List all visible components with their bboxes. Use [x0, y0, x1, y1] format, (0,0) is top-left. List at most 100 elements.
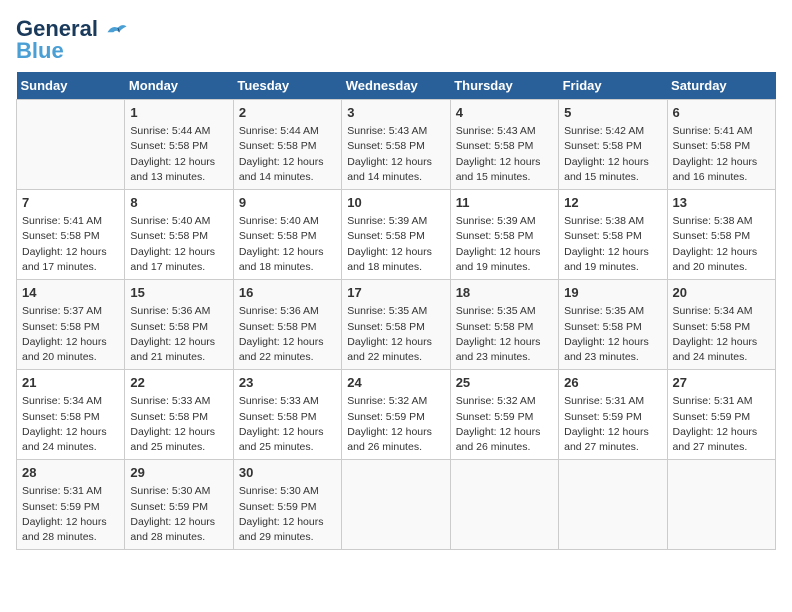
logo: General Blue	[16, 16, 128, 64]
column-header-friday: Friday	[559, 72, 667, 100]
day-number: 12	[564, 194, 661, 212]
column-header-saturday: Saturday	[667, 72, 775, 100]
day-number: 30	[239, 464, 336, 482]
day-info: Sunrise: 5:30 AM Sunset: 5:59 PM Dayligh…	[239, 484, 336, 545]
day-info: Sunrise: 5:43 AM Sunset: 5:58 PM Dayligh…	[347, 124, 444, 185]
page-header: General Blue	[16, 16, 776, 64]
column-header-monday: Monday	[125, 72, 233, 100]
day-info: Sunrise: 5:44 AM Sunset: 5:58 PM Dayligh…	[130, 124, 227, 185]
day-info: Sunrise: 5:41 AM Sunset: 5:58 PM Dayligh…	[22, 214, 119, 275]
day-number: 11	[456, 194, 553, 212]
day-info: Sunrise: 5:35 AM Sunset: 5:58 PM Dayligh…	[564, 304, 661, 365]
day-number: 26	[564, 374, 661, 392]
header-row: SundayMondayTuesdayWednesdayThursdayFrid…	[17, 72, 776, 100]
day-number: 22	[130, 374, 227, 392]
day-info: Sunrise: 5:40 AM Sunset: 5:58 PM Dayligh…	[130, 214, 227, 275]
day-info: Sunrise: 5:32 AM Sunset: 5:59 PM Dayligh…	[456, 394, 553, 455]
calendar-cell: 21 Sunrise: 5:34 AM Sunset: 5:58 PM Dayli…	[17, 370, 125, 460]
calendar-cell: 11 Sunrise: 5:39 AM Sunset: 5:58 PM Dayli…	[450, 190, 558, 280]
day-number: 2	[239, 104, 336, 122]
day-number: 14	[22, 284, 119, 302]
day-number: 27	[673, 374, 770, 392]
day-info: Sunrise: 5:33 AM Sunset: 5:58 PM Dayligh…	[130, 394, 227, 455]
week-row-3: 14Sunrise: 5:37 AM Sunset: 5:58 PM Dayli…	[17, 280, 776, 370]
calendar-cell: 3 Sunrise: 5:43 AM Sunset: 5:58 PM Daylig…	[342, 100, 450, 190]
day-info: Sunrise: 5:42 AM Sunset: 5:58 PM Dayligh…	[564, 124, 661, 185]
logo-bottom: Blue	[16, 38, 64, 64]
day-info: Sunrise: 5:38 AM Sunset: 5:58 PM Dayligh…	[564, 214, 661, 275]
day-info: Sunrise: 5:43 AM Sunset: 5:58 PM Dayligh…	[456, 124, 553, 185]
calendar-cell: 29 Sunrise: 5:30 AM Sunset: 5:59 PM Dayli…	[125, 460, 233, 550]
day-number: 20	[673, 284, 770, 302]
week-row-5: 28Sunrise: 5:31 AM Sunset: 5:59 PM Dayli…	[17, 460, 776, 550]
day-number: 29	[130, 464, 227, 482]
column-header-sunday: Sunday	[17, 72, 125, 100]
day-number: 25	[456, 374, 553, 392]
day-info: Sunrise: 5:31 AM Sunset: 5:59 PM Dayligh…	[564, 394, 661, 455]
calendar-cell	[559, 460, 667, 550]
day-number: 21	[22, 374, 119, 392]
day-info: Sunrise: 5:32 AM Sunset: 5:59 PM Dayligh…	[347, 394, 444, 455]
day-info: Sunrise: 5:34 AM Sunset: 5:58 PM Dayligh…	[22, 394, 119, 455]
calendar-cell: 15Sunrise: 5:36 AM Sunset: 5:58 PM Dayli…	[125, 280, 233, 370]
day-number: 19	[564, 284, 661, 302]
column-header-wednesday: Wednesday	[342, 72, 450, 100]
calendar-cell	[342, 460, 450, 550]
calendar-cell: 7 Sunrise: 5:41 AM Sunset: 5:58 PM Daylig…	[17, 190, 125, 280]
day-number: 4	[456, 104, 553, 122]
column-header-tuesday: Tuesday	[233, 72, 341, 100]
column-header-thursday: Thursday	[450, 72, 558, 100]
calendar-table: SundayMondayTuesdayWednesdayThursdayFrid…	[16, 72, 776, 550]
day-number: 6	[673, 104, 770, 122]
calendar-cell: 16 Sunrise: 5:36 AM Sunset: 5:58 PM Dayli…	[233, 280, 341, 370]
day-number: 18	[456, 284, 553, 302]
calendar-cell: 26 Sunrise: 5:31 AM Sunset: 5:59 PM Dayli…	[559, 370, 667, 460]
calendar-cell	[667, 460, 775, 550]
day-info: Sunrise: 5:36 AM Sunset: 5:58 PM Dayligh…	[239, 304, 336, 365]
day-number: 5	[564, 104, 661, 122]
calendar-cell: 13Sunrise: 5:38 AM Sunset: 5:58 PM Dayli…	[667, 190, 775, 280]
day-info: Sunrise: 5:35 AM Sunset: 5:58 PM Dayligh…	[347, 304, 444, 365]
calendar-cell: 30 Sunrise: 5:30 AM Sunset: 5:59 PM Dayli…	[233, 460, 341, 550]
day-number: 28	[22, 464, 119, 482]
calendar-cell: 9 Sunrise: 5:40 AM Sunset: 5:58 PM Daylig…	[233, 190, 341, 280]
day-info: Sunrise: 5:44 AM Sunset: 5:58 PM Dayligh…	[239, 124, 336, 185]
day-info: Sunrise: 5:34 AM Sunset: 5:58 PM Dayligh…	[673, 304, 770, 365]
bird-icon	[106, 19, 128, 41]
week-row-2: 7 Sunrise: 5:41 AM Sunset: 5:58 PM Daylig…	[17, 190, 776, 280]
day-info: Sunrise: 5:36 AM Sunset: 5:58 PM Dayligh…	[130, 304, 227, 365]
week-row-1: 1 Sunrise: 5:44 AM Sunset: 5:58 PM Daylig…	[17, 100, 776, 190]
day-number: 3	[347, 104, 444, 122]
day-number: 13	[673, 194, 770, 212]
day-number: 10	[347, 194, 444, 212]
calendar-cell: 28Sunrise: 5:31 AM Sunset: 5:59 PM Dayli…	[17, 460, 125, 550]
calendar-cell: 20 Sunrise: 5:34 AM Sunset: 5:58 PM Dayli…	[667, 280, 775, 370]
day-number: 8	[130, 194, 227, 212]
day-number: 7	[22, 194, 119, 212]
day-info: Sunrise: 5:33 AM Sunset: 5:58 PM Dayligh…	[239, 394, 336, 455]
calendar-cell: 27 Sunrise: 5:31 AM Sunset: 5:59 PM Dayli…	[667, 370, 775, 460]
day-info: Sunrise: 5:40 AM Sunset: 5:58 PM Dayligh…	[239, 214, 336, 275]
calendar-cell: 18Sunrise: 5:35 AM Sunset: 5:58 PM Dayli…	[450, 280, 558, 370]
calendar-cell: 6 Sunrise: 5:41 AM Sunset: 5:58 PM Daylig…	[667, 100, 775, 190]
day-number: 1	[130, 104, 227, 122]
day-number: 9	[239, 194, 336, 212]
day-info: Sunrise: 5:30 AM Sunset: 5:59 PM Dayligh…	[130, 484, 227, 545]
calendar-cell: 23Sunrise: 5:33 AM Sunset: 5:58 PM Dayli…	[233, 370, 341, 460]
day-info: Sunrise: 5:39 AM Sunset: 5:58 PM Dayligh…	[456, 214, 553, 275]
day-number: 24	[347, 374, 444, 392]
calendar-cell: 17 Sunrise: 5:35 AM Sunset: 5:58 PM Dayli…	[342, 280, 450, 370]
day-info: Sunrise: 5:39 AM Sunset: 5:58 PM Dayligh…	[347, 214, 444, 275]
day-info: Sunrise: 5:41 AM Sunset: 5:58 PM Dayligh…	[673, 124, 770, 185]
week-row-4: 21 Sunrise: 5:34 AM Sunset: 5:58 PM Dayli…	[17, 370, 776, 460]
day-number: 16	[239, 284, 336, 302]
calendar-cell: 2 Sunrise: 5:44 AM Sunset: 5:58 PM Daylig…	[233, 100, 341, 190]
calendar-cell: 10 Sunrise: 5:39 AM Sunset: 5:58 PM Dayli…	[342, 190, 450, 280]
calendar-cell: 4 Sunrise: 5:43 AM Sunset: 5:58 PM Daylig…	[450, 100, 558, 190]
calendar-cell: 25 Sunrise: 5:32 AM Sunset: 5:59 PM Dayli…	[450, 370, 558, 460]
calendar-cell: 5 Sunrise: 5:42 AM Sunset: 5:58 PM Daylig…	[559, 100, 667, 190]
day-info: Sunrise: 5:31 AM Sunset: 5:59 PM Dayligh…	[673, 394, 770, 455]
calendar-cell: 1 Sunrise: 5:44 AM Sunset: 5:58 PM Daylig…	[125, 100, 233, 190]
calendar-cell: 19 Sunrise: 5:35 AM Sunset: 5:58 PM Dayli…	[559, 280, 667, 370]
day-number: 17	[347, 284, 444, 302]
